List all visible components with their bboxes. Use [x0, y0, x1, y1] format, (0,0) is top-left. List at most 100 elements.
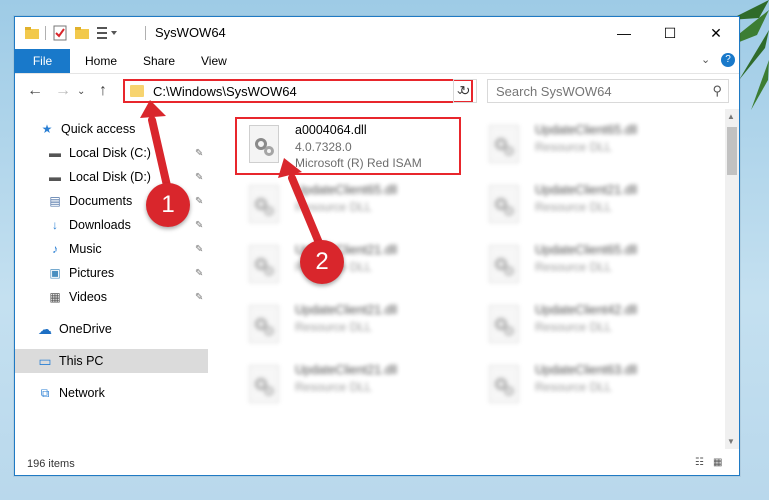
star-icon: ★	[41, 122, 53, 136]
up-icon[interactable]: ↑	[99, 82, 107, 100]
forward-icon[interactable]: →	[55, 82, 71, 100]
toolbar-separator	[45, 26, 46, 40]
pin-icon: ✎	[195, 195, 204, 207]
folder-icon	[25, 24, 39, 42]
new-folder-icon[interactable]	[75, 24, 89, 42]
music-icon: ♪	[52, 242, 58, 256]
address-row: ← → ⌄ ↑ C:\Windows\SysWOW64 ⌄ ↻ ⚲	[15, 74, 739, 108]
dll-file-icon	[249, 305, 279, 343]
scroll-up-icon[interactable]: ▲	[727, 112, 735, 121]
dll-file-icon	[489, 365, 519, 403]
list-item[interactable]: UpdateClient63.dll Resource DLL	[475, 359, 705, 411]
list-item[interactable]: UpdateClient21.dll Resource DLL	[235, 359, 465, 411]
list-item[interactable]: UpdateClient21.dll Resource DLL	[235, 299, 465, 351]
recent-locations-icon[interactable]: ⌄	[77, 86, 85, 97]
customize-toolbar-icon[interactable]	[97, 24, 119, 42]
item-count: 196 items	[27, 458, 75, 470]
sidebar-item-label: OneDrive	[59, 322, 112, 336]
file-description: Resource DLL	[535, 200, 612, 214]
large-icons-view-icon[interactable]: ▦	[713, 457, 725, 469]
sidebar-item-onedrive[interactable]: ☁ OneDrive	[15, 317, 208, 341]
file-name: UpdateClient21.dll	[535, 183, 638, 197]
address-bar[interactable]: C:\Windows\SysWOW64 ⌄	[123, 79, 473, 103]
scroll-down-icon[interactable]: ▼	[727, 437, 735, 446]
pin-icon: ✎	[195, 267, 204, 279]
onedrive-icon: ☁	[38, 321, 52, 337]
sidebar-item-label: Quick access	[61, 122, 136, 136]
sidebar-item-quick-access[interactable]: ★ Quick access	[15, 117, 208, 141]
callout-badge-1: 1	[146, 183, 190, 227]
network-icon: ⧉	[40, 386, 50, 400]
sidebar-item-label: Network	[59, 386, 105, 400]
list-item[interactable]: UpdateClient21.dll Resource DLL	[235, 239, 465, 291]
properties-icon[interactable]	[53, 24, 67, 42]
file-name: UpdateClient65.dll	[295, 183, 398, 197]
ribbon-tabs: File Home Share View ⌄ ?	[15, 49, 739, 73]
videos-icon: ▦	[49, 290, 61, 304]
file-name: UpdateClient65.dll	[535, 123, 638, 137]
title-bar: SysWOW64 — ☐ ✕	[15, 17, 739, 49]
sidebar-item-videos[interactable]: ▦ Videos ✎	[15, 285, 208, 309]
file-description: Resource DLL	[295, 320, 372, 334]
sidebar-item-this-pc[interactable]: ▭ This PC	[15, 349, 208, 373]
refresh-button[interactable]: ↻	[453, 79, 477, 103]
back-icon[interactable]: ←	[27, 82, 43, 100]
expand-ribbon-icon[interactable]: ⌄	[701, 53, 710, 66]
list-item[interactable]: UpdateClient65.dll Resource DLL	[475, 239, 705, 291]
dll-file-icon	[489, 245, 519, 283]
file-name: UpdateClient63.dll	[535, 363, 638, 377]
explorer-window: SysWOW64 — ☐ ✕ File Home Share View ⌄ ? …	[14, 16, 740, 476]
help-icon[interactable]: ?	[721, 53, 735, 67]
sidebar-item-label: Videos	[69, 290, 107, 304]
file-description: Resource DLL	[535, 260, 612, 274]
pictures-icon: ▣	[49, 266, 61, 280]
sidebar-item-pictures[interactable]: ▣ Pictures ✎	[15, 261, 208, 285]
list-item[interactable]: UpdateClient65.dll Resource DLL	[475, 119, 705, 171]
file-description: Resource DLL	[535, 380, 612, 394]
file-name: UpdateClient65.dll	[535, 243, 638, 257]
close-button[interactable]: ✕	[693, 17, 739, 49]
sidebar-item-music[interactable]: ♪ Music ✎	[15, 237, 208, 261]
tab-view[interactable]: View	[201, 49, 227, 73]
list-item[interactable]: UpdateClient42.dll Resource DLL	[475, 299, 705, 351]
callout-badge-2: 2	[300, 240, 344, 284]
sidebar-item-label: This PC	[59, 354, 104, 368]
file-name: UpdateClient21.dll	[295, 363, 398, 377]
dll-file-icon	[489, 125, 519, 163]
sidebar-item-label: Documents	[69, 194, 133, 208]
search-box[interactable]: ⚲	[487, 79, 729, 103]
tab-home[interactable]: Home	[85, 49, 117, 73]
file-name: UpdateClient42.dll	[535, 303, 638, 317]
sidebar-item-local-disk-c[interactable]: ▬ Local Disk (C:) ✎	[15, 141, 208, 165]
scrollbar-thumb[interactable]	[727, 127, 737, 175]
documents-icon: ▤	[49, 194, 61, 208]
toolbar-separator	[145, 26, 146, 40]
search-icon: ⚲	[712, 83, 722, 98]
tab-share[interactable]: Share	[143, 49, 175, 73]
sidebar-item-label: Downloads	[69, 218, 131, 232]
search-input[interactable]	[494, 83, 698, 100]
vertical-scrollbar[interactable]: ▲ ▼	[725, 109, 739, 449]
pin-icon: ✎	[195, 171, 204, 183]
sidebar-item-label: Local Disk (D:)	[69, 170, 151, 184]
dll-file-icon	[249, 185, 279, 223]
maximize-button[interactable]: ☐	[647, 17, 693, 49]
window-title: SysWOW64	[155, 25, 226, 40]
pin-icon: ✎	[195, 291, 204, 303]
status-bar: 196 items ☷ ▦	[15, 453, 739, 475]
file-description: Resource DLL	[535, 320, 612, 334]
sidebar-item-network[interactable]: ⧉ Network	[15, 381, 208, 405]
details-view-icon[interactable]: ☷	[695, 457, 707, 469]
list-item[interactable]: UpdateClient65.dll Resource DLL	[235, 179, 465, 231]
pin-icon: ✎	[195, 243, 204, 255]
minimize-button[interactable]: —	[601, 17, 647, 49]
list-item[interactable]: UpdateClient21.dll Resource DLL	[475, 179, 705, 231]
downloads-icon: ↓	[52, 218, 58, 232]
drive-icon: ▬	[49, 146, 61, 160]
computer-icon: ▭	[38, 353, 52, 369]
file-list: a0004064.dll 4.0.7328.0 Microsoft (R) Re…	[215, 109, 725, 449]
address-path: C:\Windows\SysWOW64	[153, 84, 297, 99]
dll-file-icon	[249, 365, 279, 403]
tab-file[interactable]: File	[15, 49, 70, 73]
file-description: Resource DLL	[535, 140, 612, 154]
